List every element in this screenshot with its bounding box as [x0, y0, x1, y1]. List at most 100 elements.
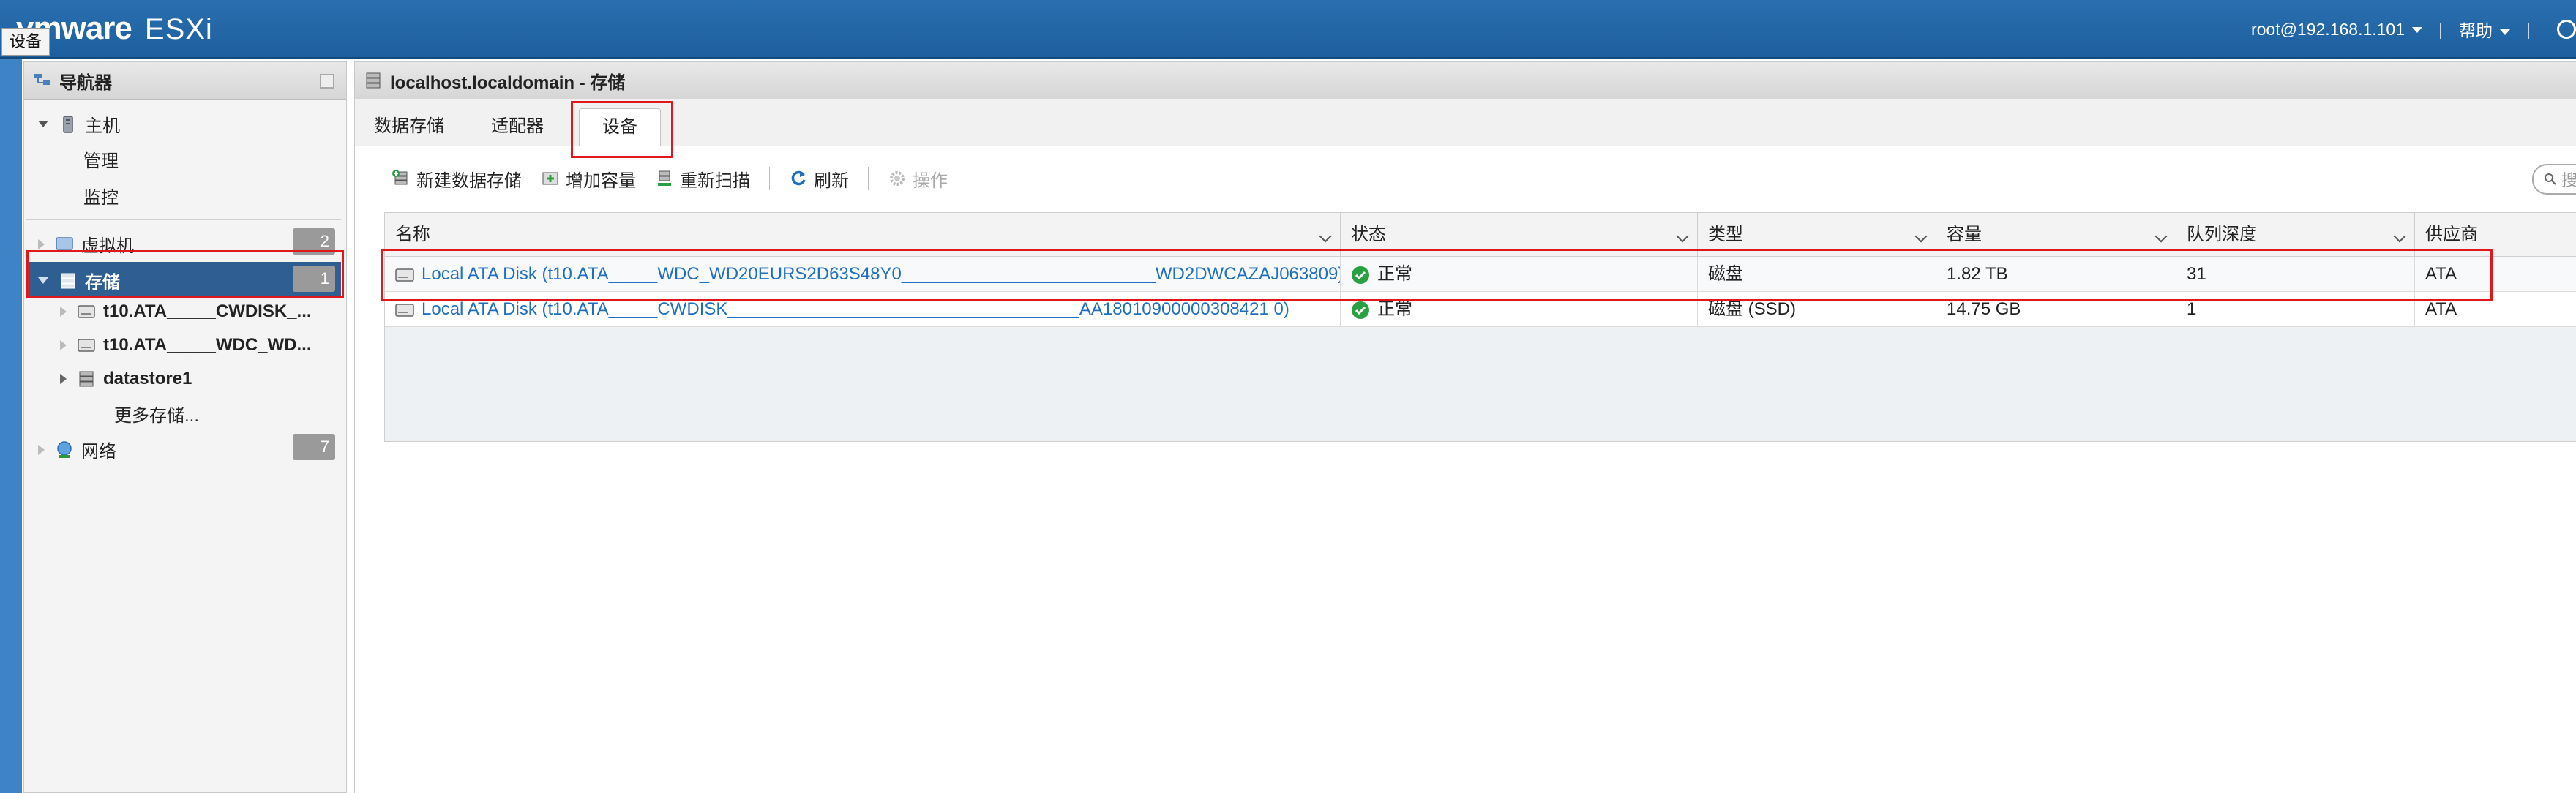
datastore-icon [79, 371, 94, 387]
sidebar-item-more-storage[interactable]: 更多存储... [114, 401, 199, 426]
cell-type: 磁盘 [1698, 257, 1936, 292]
sidebar-item-label: 监控 [83, 188, 119, 208]
device-link[interactable]: Local ATA Disk (t10.ATA_____WDC_WD20EURS… [422, 264, 1340, 284]
refresh-icon [791, 170, 806, 186]
separator: | [2526, 19, 2531, 39]
brand-esxi: ESXi [144, 13, 213, 45]
column-header-type[interactable]: 类型 [1698, 213, 1936, 257]
disk-icon [395, 268, 414, 282]
divider [26, 219, 341, 220]
expand-arrow-icon[interactable] [38, 121, 48, 127]
rescan-icon [658, 170, 671, 186]
sidebar-item-manage[interactable]: 管理 [83, 146, 119, 172]
search-icon [2545, 173, 2556, 185]
cell-name[interactable]: Local ATA Disk (t10.ATA_____WDC_WD20EURS… [385, 257, 1341, 292]
gear-icon [890, 171, 905, 186]
help-menu[interactable]: 帮助 [2459, 17, 2511, 42]
search-icon[interactable] [2557, 20, 2576, 39]
status-text: 正常 [1377, 299, 1412, 319]
column-header-name[interactable]: 名称 [385, 213, 1341, 257]
new-datastore-button[interactable]: 新建数据存储 [392, 166, 522, 192]
tab-devices[interactable]: 设备 [579, 108, 661, 146]
column-label: 类型 [1708, 225, 1743, 244]
table-header: 名称 状态 类型 容量 队列深度 供应商 [385, 213, 2576, 257]
disk-icon [78, 305, 95, 318]
column-label: 队列深度 [2187, 225, 2257, 244]
table-row[interactable]: Local ATA Disk (t10.ATA_____CWDISK______… [385, 292, 2576, 327]
collapse-panel-button[interactable] [320, 74, 334, 89]
cell-vendor: ATA [2425, 264, 2457, 284]
actions-button[interactable]: 操作 [888, 166, 948, 192]
chevron-down-icon[interactable] [1676, 230, 1689, 243]
rescan-button[interactable]: 重新扫描 [655, 166, 750, 192]
column-header-capacity[interactable]: 容量 [1936, 213, 2176, 257]
new-datastore-label: 新建数据存储 [416, 170, 522, 191]
cell-capacity: 14.75 GB [1936, 292, 2176, 327]
toolbar: 新建数据存储 增加容量 重新扫描 刷新 操作 搜 [355, 157, 2576, 200]
table-row[interactable]: Local ATA Disk (t10.ATA_____WDC_WD20EURS… [385, 257, 2576, 292]
disk-icon [395, 303, 414, 317]
column-label: 供应商 [2425, 225, 2478, 244]
sidebar-item-network[interactable]: 网络 [38, 437, 116, 462]
chevron-down-icon[interactable] [1319, 230, 1332, 243]
new-datastore-icon [392, 170, 408, 185]
sidebar-item-label: datastore1 [103, 369, 192, 388]
chevron-down-icon[interactable] [1914, 230, 1928, 243]
chevron-down-icon[interactable] [2154, 230, 2168, 243]
cell-status: 正常 [1341, 292, 1698, 327]
chevron-down-icon [2500, 29, 2511, 35]
network-icon [57, 440, 72, 458]
sidebar-item-label: 虚拟机 [81, 236, 134, 256]
rescan-label: 重新扫描 [680, 170, 750, 191]
vm-icon [56, 236, 73, 252]
chevron-down-icon [2412, 27, 2423, 34]
column-label: 容量 [1947, 225, 1982, 244]
help-label: 帮助 [2459, 21, 2493, 40]
expand-arrow-icon[interactable] [38, 444, 45, 455]
sidebar-item-datastore1[interactable]: datastore1 [60, 369, 192, 389]
device-link[interactable]: Local ATA Disk (t10.ATA_____CWDISK______… [422, 299, 1289, 319]
cell-status: 正常 [1341, 257, 1698, 292]
sidebar-item-host[interactable]: 主机 [38, 111, 120, 137]
sidebar-item-label: 存储 [85, 273, 120, 293]
separator: | [2438, 19, 2444, 39]
expand-arrow-icon[interactable] [60, 307, 67, 317]
status-text: 正常 [1377, 264, 1412, 284]
sidebar-item-label: 主机 [85, 116, 120, 136]
refresh-button[interactable]: 刷新 [789, 166, 849, 192]
sidebar-item-label: t10.ATA_____WDC_WD... [103, 335, 312, 355]
user-menu[interactable]: root@192.168.1.101 [2251, 20, 2423, 40]
expand-arrow-icon[interactable] [60, 374, 67, 384]
sidebar-item-monitor[interactable]: 监控 [83, 183, 119, 208]
search-placeholder: 搜 [2561, 171, 2576, 189]
page-title: localhost.localdomain - 存储 [390, 72, 626, 93]
sidebar-item-device-cwdisk[interactable]: t10.ATA_____CWDISK_... [60, 301, 312, 322]
top-right-menu: root@192.168.1.101 | 帮助 | [2251, 16, 2576, 42]
expand-arrow-icon[interactable] [60, 340, 67, 350]
chevron-down-icon[interactable] [2393, 230, 2406, 243]
increase-capacity-button[interactable]: 增加容量 [541, 166, 636, 192]
sidebar-item-label: 更多存储... [114, 406, 200, 426]
cell-type: 磁盘 (SSD) [1698, 292, 1936, 327]
column-header-queue-depth[interactable]: 队列深度 [2176, 213, 2415, 257]
column-header-vendor[interactable]: 供应商 [2415, 213, 2576, 257]
check-circle-icon [1352, 266, 1369, 284]
sidebar-item-label: 网络 [81, 442, 116, 462]
network-count-badge: 7 [293, 434, 335, 460]
toolbar-divider [769, 167, 770, 190]
storage-count-badge: 1 [293, 266, 335, 292]
tab-adapters[interactable]: 适配器 [478, 108, 557, 146]
search-input[interactable]: 搜 [2532, 164, 2576, 195]
refresh-label: 刷新 [814, 170, 849, 191]
column-label: 状态 [1351, 225, 1386, 244]
cell-capacity: 1.82 TB [1936, 257, 2176, 292]
expand-arrow-icon[interactable] [38, 277, 48, 284]
sidebar-item-storage[interactable]: 存储 [38, 268, 120, 293]
host-icon [63, 115, 73, 133]
navigator-panel: 导航器 [23, 61, 347, 793]
tab-datastores[interactable]: 数据存储 [361, 108, 457, 146]
expand-arrow-icon[interactable] [38, 238, 45, 249]
cell-name[interactable]: Local ATA Disk (t10.ATA_____CWDISK______… [385, 292, 1341, 327]
column-header-status[interactable]: 状态 [1341, 213, 1698, 257]
sidebar-item-device-wdc[interactable]: t10.ATA_____WDC_WD... [60, 335, 312, 356]
